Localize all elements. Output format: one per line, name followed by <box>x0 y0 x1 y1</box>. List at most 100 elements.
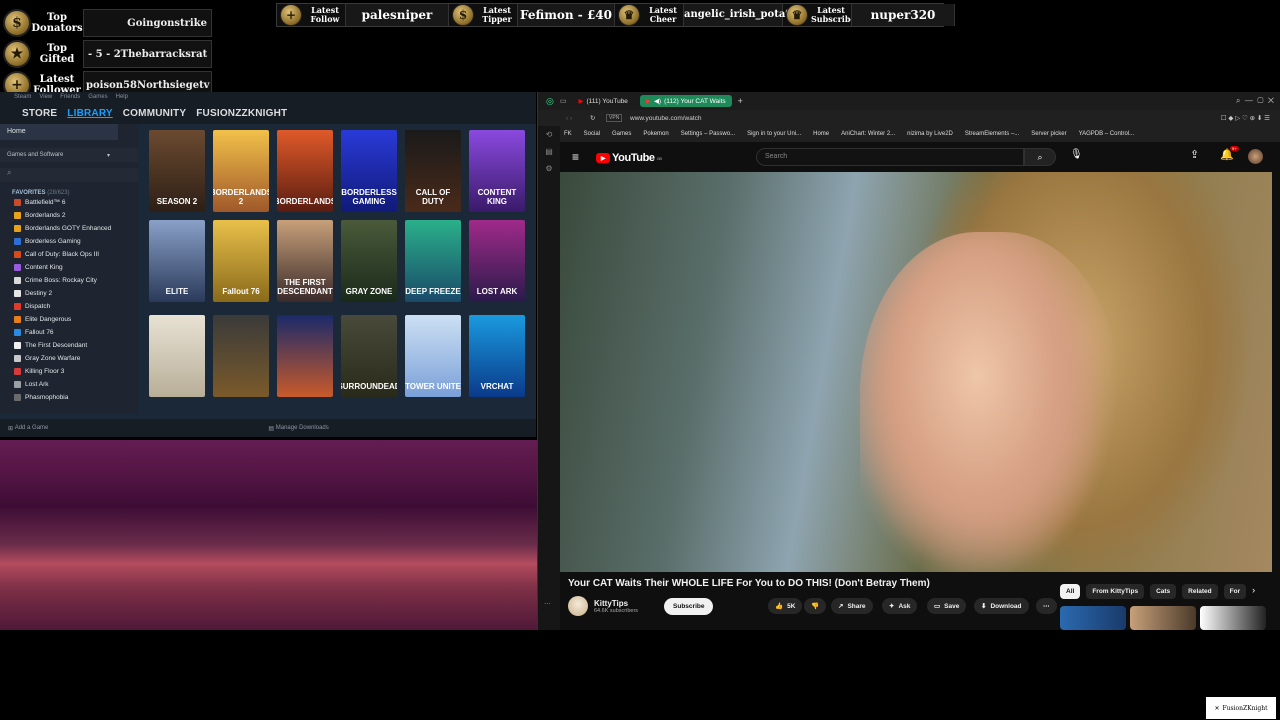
menu-games[interactable]: Games <box>88 94 107 100</box>
menu-view[interactable]: View <box>39 94 52 100</box>
nav-library[interactable]: LIBRARY <box>67 108 112 119</box>
upload-icon[interactable]: ⇪ <box>1190 148 1199 161</box>
search-button[interactable]: ⌕ <box>1024 148 1056 166</box>
library-search-input[interactable]: ⌕ <box>0 168 138 182</box>
game-tile[interactable]: ELITE <box>149 220 205 302</box>
sidebar-game-item[interactable]: Phasmophobia <box>0 391 138 404</box>
dislike-button[interactable]: 👎 <box>804 598 827 614</box>
youtube-logo[interactable]: ▶ YouTube GB <box>596 152 662 164</box>
sidebar-game-item[interactable]: Borderless Gaming <box>0 235 138 248</box>
save-button[interactable]: ▭ Save <box>927 598 967 614</box>
back-forward-icons[interactable]: ‹ › <box>566 115 572 122</box>
bookmark-item[interactable]: Sign in to your Uni... <box>747 131 801 137</box>
youtube-search-input[interactable]: Search <box>756 148 1024 166</box>
manage-downloads-button[interactable]: Manage Downloads <box>276 425 329 431</box>
sidebar-game-item[interactable]: Call of Duty: Black Ops III <box>0 248 138 261</box>
sidebar-game-item[interactable]: Borderlands 2 <box>0 209 138 222</box>
bookmark-item[interactable]: Home <box>813 131 829 137</box>
bookmark-item[interactable]: AniChart: Winter 2... <box>841 131 895 137</box>
sidebar-game-item[interactable]: Crime Boss: Rockay City <box>0 274 138 287</box>
channel-name[interactable]: KittyTips <box>594 599 638 608</box>
game-tile[interactable]: BORDERLESS GAMING <box>341 130 397 212</box>
game-tile[interactable]: Fallout 76 <box>213 220 269 302</box>
bookmark-item[interactable]: StreamElements –... <box>965 131 1019 137</box>
game-tile[interactable]: SEASON 2 <box>149 130 205 212</box>
nav-profile[interactable]: FUSIONZZKNIGHT <box>196 108 287 119</box>
sidebar-game-item[interactable]: Borderlands GOTY Enhanced <box>0 222 138 235</box>
sidebar-game-item[interactable]: Fallout 76 <box>0 326 138 339</box>
bookmark-item[interactable]: FK <box>564 131 572 137</box>
sidebar-game-item[interactable]: The First Descendant <box>0 339 138 352</box>
video-player[interactable] <box>560 172 1272 572</box>
chip-from-channel[interactable]: From KittyTips <box>1086 584 1145 599</box>
game-tile[interactable]: CONTENT KING <box>469 130 525 212</box>
menu-help[interactable]: Help <box>116 94 128 100</box>
chip-for-you[interactable]: For <box>1223 584 1247 599</box>
chip-cats[interactable]: Cats <box>1150 584 1177 599</box>
game-tile[interactable]: TOWER UNITE <box>405 315 461 397</box>
sidebar-game-item[interactable]: Killing Floor 3 <box>0 365 138 378</box>
game-tile[interactable]: THE FIRST DESCENDANT <box>277 220 333 302</box>
reload-icon[interactable]: ↻ <box>590 114 595 122</box>
game-tile[interactable]: VRCHAT <box>469 315 525 397</box>
bookmark-item[interactable]: Server picker <box>1031 131 1066 137</box>
game-tile[interactable] <box>213 315 269 397</box>
ask-button[interactable]: ✦ Ask <box>882 598 918 614</box>
game-tile[interactable]: GRAY ZONE <box>341 220 397 302</box>
game-tile[interactable]: BORDERLANDS 2 <box>213 130 269 212</box>
recommended-video-thumb[interactable] <box>1130 606 1196 630</box>
chevron-right-icon[interactable]: › <box>1252 584 1255 599</box>
tab-youtube[interactable]: ▶ (111) YouTube <box>572 95 633 107</box>
sidebar-game-item[interactable]: Lost Ark <box>0 378 138 391</box>
tab-cat-video[interactable]: ▶ ◀) (112) Your CAT Waits <box>639 95 732 107</box>
sidebar-game-item[interactable]: Destiny 2 <box>0 287 138 300</box>
download-button[interactable]: ⬇ Download <box>974 598 1029 614</box>
bookmark-item[interactable]: Settings – Passwo... <box>681 131 735 137</box>
sidebar-game-item[interactable]: Dispatch <box>0 300 138 313</box>
menu-friends[interactable]: Friends <box>60 94 80 100</box>
new-tab-button[interactable]: + <box>738 96 743 106</box>
bookmark-item[interactable]: Pokemon <box>643 131 668 137</box>
workspace-icon[interactable]: ▭ <box>560 97 567 105</box>
home-button[interactable]: Home <box>0 124 118 140</box>
games-filter-dropdown[interactable]: Games and Software ▾ <box>0 148 138 162</box>
add-game-button[interactable]: Add a Game <box>15 425 49 431</box>
nav-store[interactable]: STORE <box>22 108 57 119</box>
game-tile[interactable] <box>277 315 333 397</box>
game-tile[interactable]: LOST ARK <box>469 220 525 302</box>
game-tile[interactable]: BORDERLANDS <box>277 130 333 212</box>
channel-avatar[interactable] <box>568 596 588 616</box>
sidebar-game-item[interactable]: Content King <box>0 261 138 274</box>
microphone-icon[interactable]: 🎙 <box>1070 149 1083 160</box>
bookmark-item[interactable]: Social <box>584 131 600 137</box>
share-button[interactable]: ↗ Share <box>831 598 873 614</box>
recommended-video-thumb[interactable] <box>1200 606 1266 630</box>
sidebar-game-item[interactable]: Elite Dangerous <box>0 313 138 326</box>
menu-hamburger-icon[interactable]: ≡ <box>572 150 579 164</box>
more-icon[interactable]: ⋯ <box>544 600 551 608</box>
bookmark-item[interactable]: nizima by Live2D <box>907 131 953 137</box>
address-bar[interactable]: ‹ › ↻ VPN www.youtube.com/watch ☐ ◆ ▷ ♡ … <box>538 110 1280 126</box>
like-button[interactable]: 👍 5K <box>768 598 803 614</box>
game-tile[interactable] <box>149 315 205 397</box>
game-tile[interactable]: DEEP FREEZE <box>405 220 461 302</box>
bookmark-item[interactable]: Games <box>612 131 631 137</box>
chip-all[interactable]: All <box>1060 584 1081 599</box>
settings-gear-icon[interactable]: ⚙ <box>538 164 560 173</box>
chip-related[interactable]: Related <box>1182 584 1218 599</box>
subscribe-button[interactable]: Subscribe <box>664 597 714 615</box>
bookmark-item[interactable]: YAGPDB – Control... <box>1079 131 1135 137</box>
window-controls[interactable]: ⌕ — ▢ ✕ <box>1236 96 1274 106</box>
user-avatar[interactable] <box>1248 149 1263 164</box>
extension-icons[interactable]: ☐ ◆ ▷ ♡ ⊕ ⬇ ☰ <box>1221 114 1270 122</box>
vpn-badge[interactable]: VPN <box>606 114 623 122</box>
pinboard-icon[interactable]: ▤ <box>538 147 560 156</box>
nav-community[interactable]: COMMUNITY <box>123 108 186 119</box>
game-tile[interactable]: CALL OF DUTY <box>405 130 461 212</box>
game-tile[interactable]: SURROUNDEAD <box>341 315 397 397</box>
menu-steam[interactable]: Steam <box>14 94 31 100</box>
recommended-video-thumb[interactable] <box>1060 606 1126 630</box>
more-actions-button[interactable]: ⋯ <box>1036 598 1057 614</box>
sidebar-game-item[interactable]: Gray Zone Warfare <box>0 352 138 365</box>
history-icon[interactable]: ⟲ <box>538 130 560 139</box>
